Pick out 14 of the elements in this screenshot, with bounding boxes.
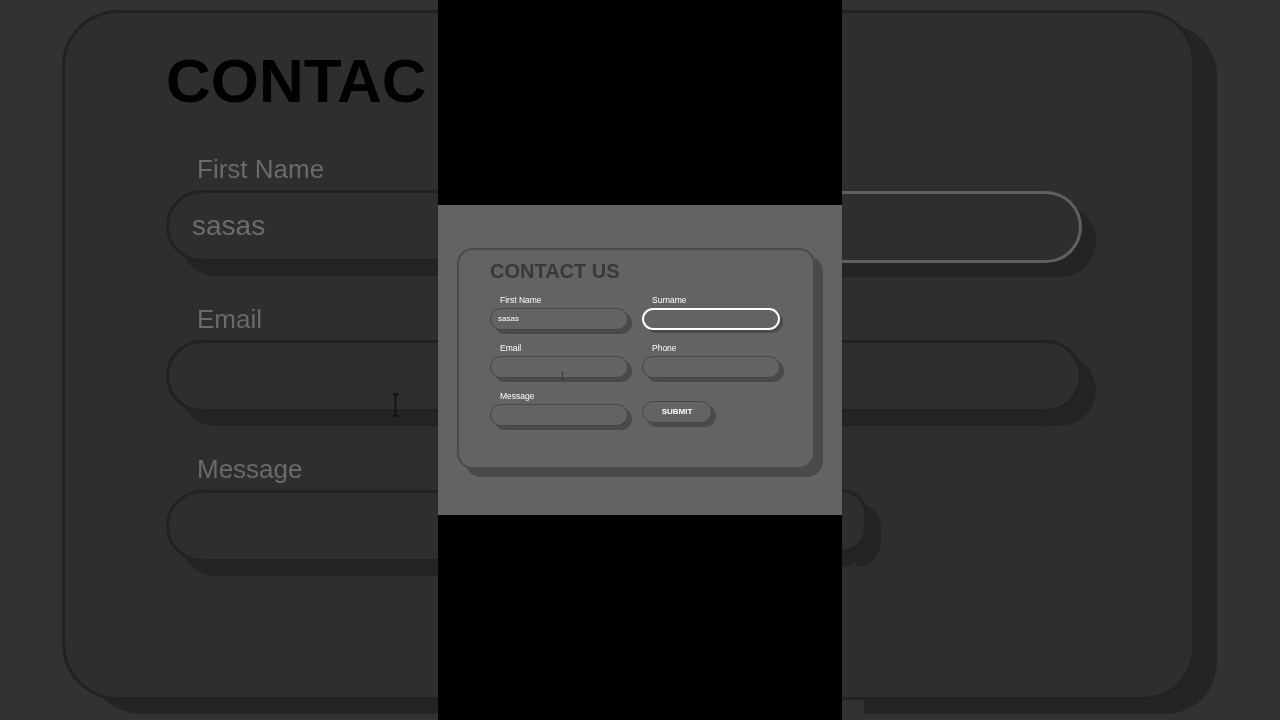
backdrop-label: Message: [196, 455, 303, 483]
field-label: Email: [499, 343, 522, 354]
backdrop-label: Email: [196, 305, 262, 333]
field-value: sasas: [192, 212, 266, 240]
resize-grip-icon[interactable]: [621, 419, 626, 425]
field-label: Message: [499, 391, 535, 402]
text-field[interactable]: [490, 355, 628, 378]
message-field[interactable]: [490, 403, 628, 426]
field-label: First Name: [499, 295, 542, 306]
text-field[interactable]: [642, 355, 780, 378]
text-field[interactable]: sasas: [490, 307, 628, 330]
backdrop-label: First Name: [196, 155, 325, 183]
field-label: Phone: [651, 343, 677, 354]
field-label: Surname: [651, 295, 687, 306]
